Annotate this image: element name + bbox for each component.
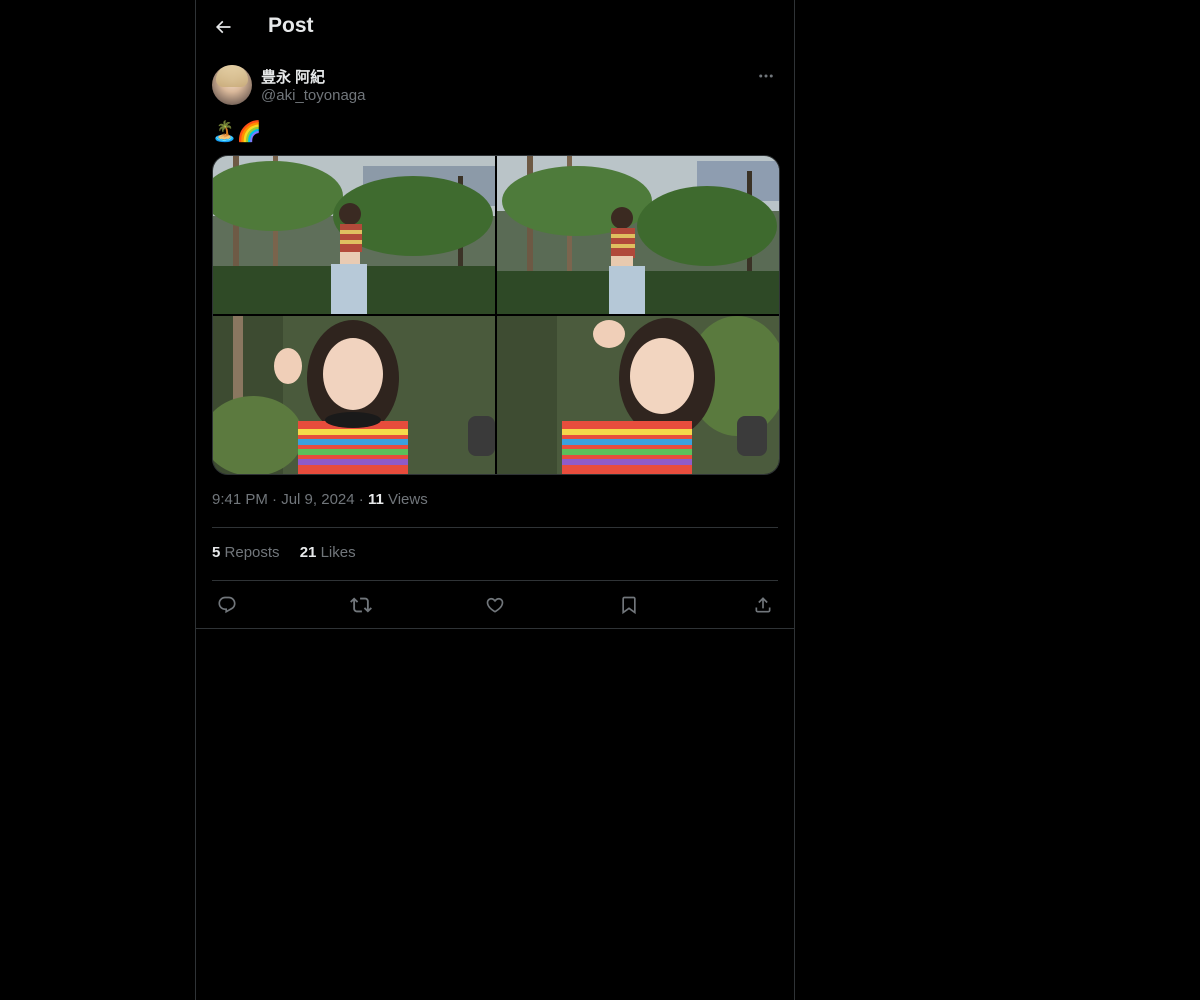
repost-icon bbox=[350, 597, 372, 613]
primary-column: Post 豊永 阿紀 @aki_toyonaga 🏝️🌈 9:41 PM · J… bbox=[195, 0, 795, 1000]
arrow-left-icon bbox=[215, 20, 231, 34]
bookmark-button[interactable] bbox=[614, 590, 644, 620]
reposts-stat[interactable]: 5 Reposts bbox=[212, 544, 280, 561]
photo-2-image bbox=[497, 156, 779, 314]
avatar-hair bbox=[216, 65, 248, 87]
reply-icon bbox=[218, 596, 236, 614]
page-title: Post bbox=[268, 14, 314, 37]
post-date[interactable]: Jul 9, 2024 bbox=[281, 491, 354, 508]
more-horizontal-icon bbox=[759, 74, 773, 78]
post-media-grid bbox=[212, 155, 780, 475]
divider bbox=[212, 527, 778, 528]
divider bbox=[196, 628, 794, 629]
meta-separator: · bbox=[272, 491, 282, 508]
photo-4-image bbox=[497, 316, 779, 474]
likes-count: 21 bbox=[299, 544, 317, 561]
post-meta: 9:41 PM · Jul 9, 2024 · 11 Views bbox=[212, 491, 428, 508]
post-actions bbox=[212, 590, 778, 620]
bookmark-icon bbox=[622, 596, 636, 615]
likes-stat[interactable]: 21 Likes bbox=[300, 544, 356, 561]
post-photo-4[interactable] bbox=[497, 316, 779, 474]
author-display-name[interactable]: 豊永 阿紀 bbox=[261, 66, 325, 87]
more-options-button[interactable] bbox=[754, 64, 778, 88]
photo-3-image bbox=[213, 316, 495, 474]
reply-button[interactable] bbox=[212, 590, 242, 620]
post-photo-2[interactable] bbox=[497, 156, 779, 314]
share-button[interactable] bbox=[748, 590, 778, 620]
post-stats: 5 Reposts 21 Likes bbox=[212, 544, 372, 561]
reposts-count: 5 bbox=[212, 544, 221, 561]
post-text: 🏝️🌈 bbox=[212, 121, 262, 143]
back-button[interactable] bbox=[206, 10, 240, 44]
reposts-label: Reposts bbox=[224, 544, 280, 561]
post-photo-3[interactable] bbox=[213, 316, 495, 474]
views-label: Views bbox=[387, 491, 428, 508]
views-count: 11 bbox=[367, 491, 384, 508]
photo-1-image bbox=[213, 156, 495, 314]
share-icon bbox=[755, 597, 771, 613]
post-photo-1[interactable] bbox=[213, 156, 495, 314]
post-time[interactable]: 9:41 PM bbox=[212, 491, 268, 508]
avatar[interactable] bbox=[212, 65, 252, 105]
author-handle[interactable]: @aki_toyonaga bbox=[261, 87, 365, 104]
heart-icon bbox=[486, 597, 504, 613]
top-bar: Post bbox=[196, 0, 794, 54]
divider bbox=[212, 580, 778, 581]
post-author: 豊永 阿紀 @aki_toyonaga bbox=[212, 64, 778, 108]
meta-separator: · bbox=[358, 491, 368, 508]
like-button[interactable] bbox=[480, 590, 510, 620]
repost-button[interactable] bbox=[346, 590, 376, 620]
likes-label: Likes bbox=[320, 544, 356, 561]
